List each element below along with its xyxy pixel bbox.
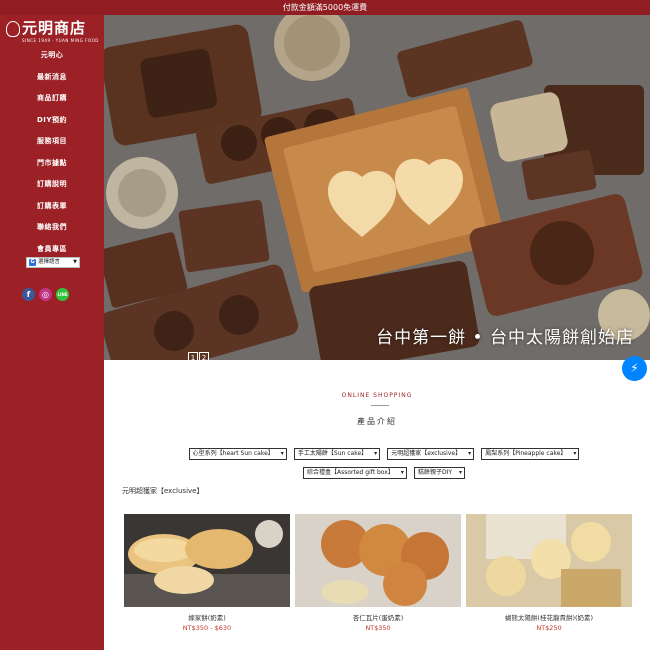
nav-item-services[interactable]: 服務項目 <box>0 131 104 153</box>
nav-item-order-form[interactable]: 訂購表單 <box>0 196 104 218</box>
chevron-down-icon: ▼ <box>73 259 77 265</box>
breadcrumb: 元明超獲家【exclusive】 <box>122 487 204 495</box>
filter-label: 手工太陽餅【Sun cake】 <box>297 450 368 457</box>
chevron-down-icon: ▾ <box>468 450 472 457</box>
product-image[interactable] <box>466 514 632 607</box>
chevron-down-icon: ▾ <box>458 469 462 476</box>
nav-item-philosophy[interactable]: 元明心 <box>0 45 104 67</box>
slide-dot-2[interactable]: 2 <box>199 352 209 360</box>
facebook-icon[interactable]: f <box>22 288 35 301</box>
section-subtitle: ONLINE SHOPPING <box>341 392 413 399</box>
language-select-label: 選擇語言 <box>38 259 61 265</box>
section-title: 產品介紹 <box>357 417 397 426</box>
line-icon[interactable]: LINE <box>56 288 69 301</box>
product-card[interactable]: 嫁家餅(奶素) NT$350 - $630 <box>124 514 290 632</box>
product-price: NT$350 <box>365 624 391 632</box>
filter-label: 糕餅親子DIY <box>417 469 452 476</box>
slide-dot-1[interactable]: 1 <box>188 352 198 360</box>
hero-caption: 台中第一餅 • 台中太陽餅創始店 <box>376 328 634 348</box>
filter-exclusive[interactable]: 元明超獲家【exclusive】 ▾ <box>387 448 475 460</box>
chevron-down-icon: ▾ <box>374 450 378 457</box>
filter-label: 鳳梨系列【Pineapple cake】 <box>485 450 567 457</box>
brand-logo[interactable]: 元明商店 SINCE 1949 · YUAN MING FOOD <box>6 19 100 45</box>
chevron-down-icon: ▾ <box>280 450 284 457</box>
messenger-chat-button[interactable]: ⚡ <box>622 356 647 381</box>
product-image[interactable] <box>295 514 461 607</box>
category-filters: 心型系列【heart Sun cake】 ▾ 手工太陽餅【Sun cake】 ▾ 元… <box>170 443 598 481</box>
filter-diy[interactable]: 糕餅親子DIY ▾ <box>413 467 465 479</box>
chevron-down-icon: ▾ <box>573 450 577 457</box>
nav-item-diy[interactable]: DIY預約 <box>0 110 104 132</box>
brand-name: 元明商店 <box>22 19 87 37</box>
hero-image <box>104 15 650 360</box>
instagram-icon[interactable]: ◎ <box>39 288 52 301</box>
product-card[interactable]: 杏仁瓦片(蛋奶素) NT$350 <box>295 514 461 632</box>
main-nav: 元明心 最新消息 商品訂購 DIY預約 服務項目 門市據點 訂購說明 訂購表單 … <box>0 45 104 260</box>
nav-item-news[interactable]: 最新消息 <box>0 67 104 89</box>
filter-sun-cake[interactable]: 手工太陽餅【Sun cake】 ▾ <box>293 448 381 460</box>
filter-label: 綜合禮盒【Assorted gift box】 <box>307 469 394 476</box>
sidebar: 元明商店 SINCE 1949 · YUAN MING FOOD 元明心 最新消… <box>0 15 104 650</box>
product-price: NT$250 <box>536 624 562 632</box>
chevron-down-icon: ▾ <box>400 469 404 476</box>
product-price: NT$350 - $630 <box>182 624 232 632</box>
google-translate-icon: G <box>29 259 36 266</box>
product-image[interactable] <box>124 514 290 607</box>
product-name[interactable]: 蝴熊太陽餅(桂花龍貴餅)(奶素) <box>466 612 632 622</box>
filter-pineapple-cake[interactable]: 鳳梨系列【Pineapple cake】 ▾ <box>481 448 580 460</box>
nav-item-order-guide[interactable]: 訂購說明 <box>0 174 104 196</box>
nav-item-stores[interactable]: 門市據點 <box>0 153 104 175</box>
logo-seal-icon <box>6 21 20 37</box>
announcement-bar: 付款金額滿5000免運費 <box>0 0 650 15</box>
product-name[interactable]: 杏仁瓦片(蛋奶素) <box>295 612 461 622</box>
hero-slideshow[interactable]: 台中第一餅 • 台中太陽餅創始店 12 <box>104 15 650 360</box>
section-divider <box>371 405 389 406</box>
language-select[interactable]: G 選擇語言 ▼ <box>26 257 80 268</box>
nav-item-contact[interactable]: 聯絡我們 <box>0 217 104 239</box>
brand-tagline: SINCE 1949 · YUAN MING FOOD <box>22 38 99 43</box>
filter-heart-sun-cake[interactable]: 心型系列【heart Sun cake】 ▾ <box>188 448 287 460</box>
filter-assorted-gift-box[interactable]: 綜合禮盒【Assorted gift box】 ▾ <box>303 467 407 479</box>
filter-label: 心型系列【heart Sun cake】 <box>192 450 274 457</box>
filter-label: 元明超獲家【exclusive】 <box>391 450 462 457</box>
product-name[interactable]: 嫁家餅(奶素) <box>124 612 290 622</box>
nav-item-order[interactable]: 商品訂購 <box>0 88 104 110</box>
product-grid: 嫁家餅(奶素) NT$350 - $630 杏仁瓦片(蛋奶素) NT$350 蝴… <box>124 514 632 650</box>
slide-pagination: 12 <box>188 345 210 360</box>
product-card[interactable]: 蝴熊太陽餅(桂花龍貴餅)(奶素) NT$250 <box>466 514 632 632</box>
social-links: f ◎ LINE <box>22 288 82 302</box>
